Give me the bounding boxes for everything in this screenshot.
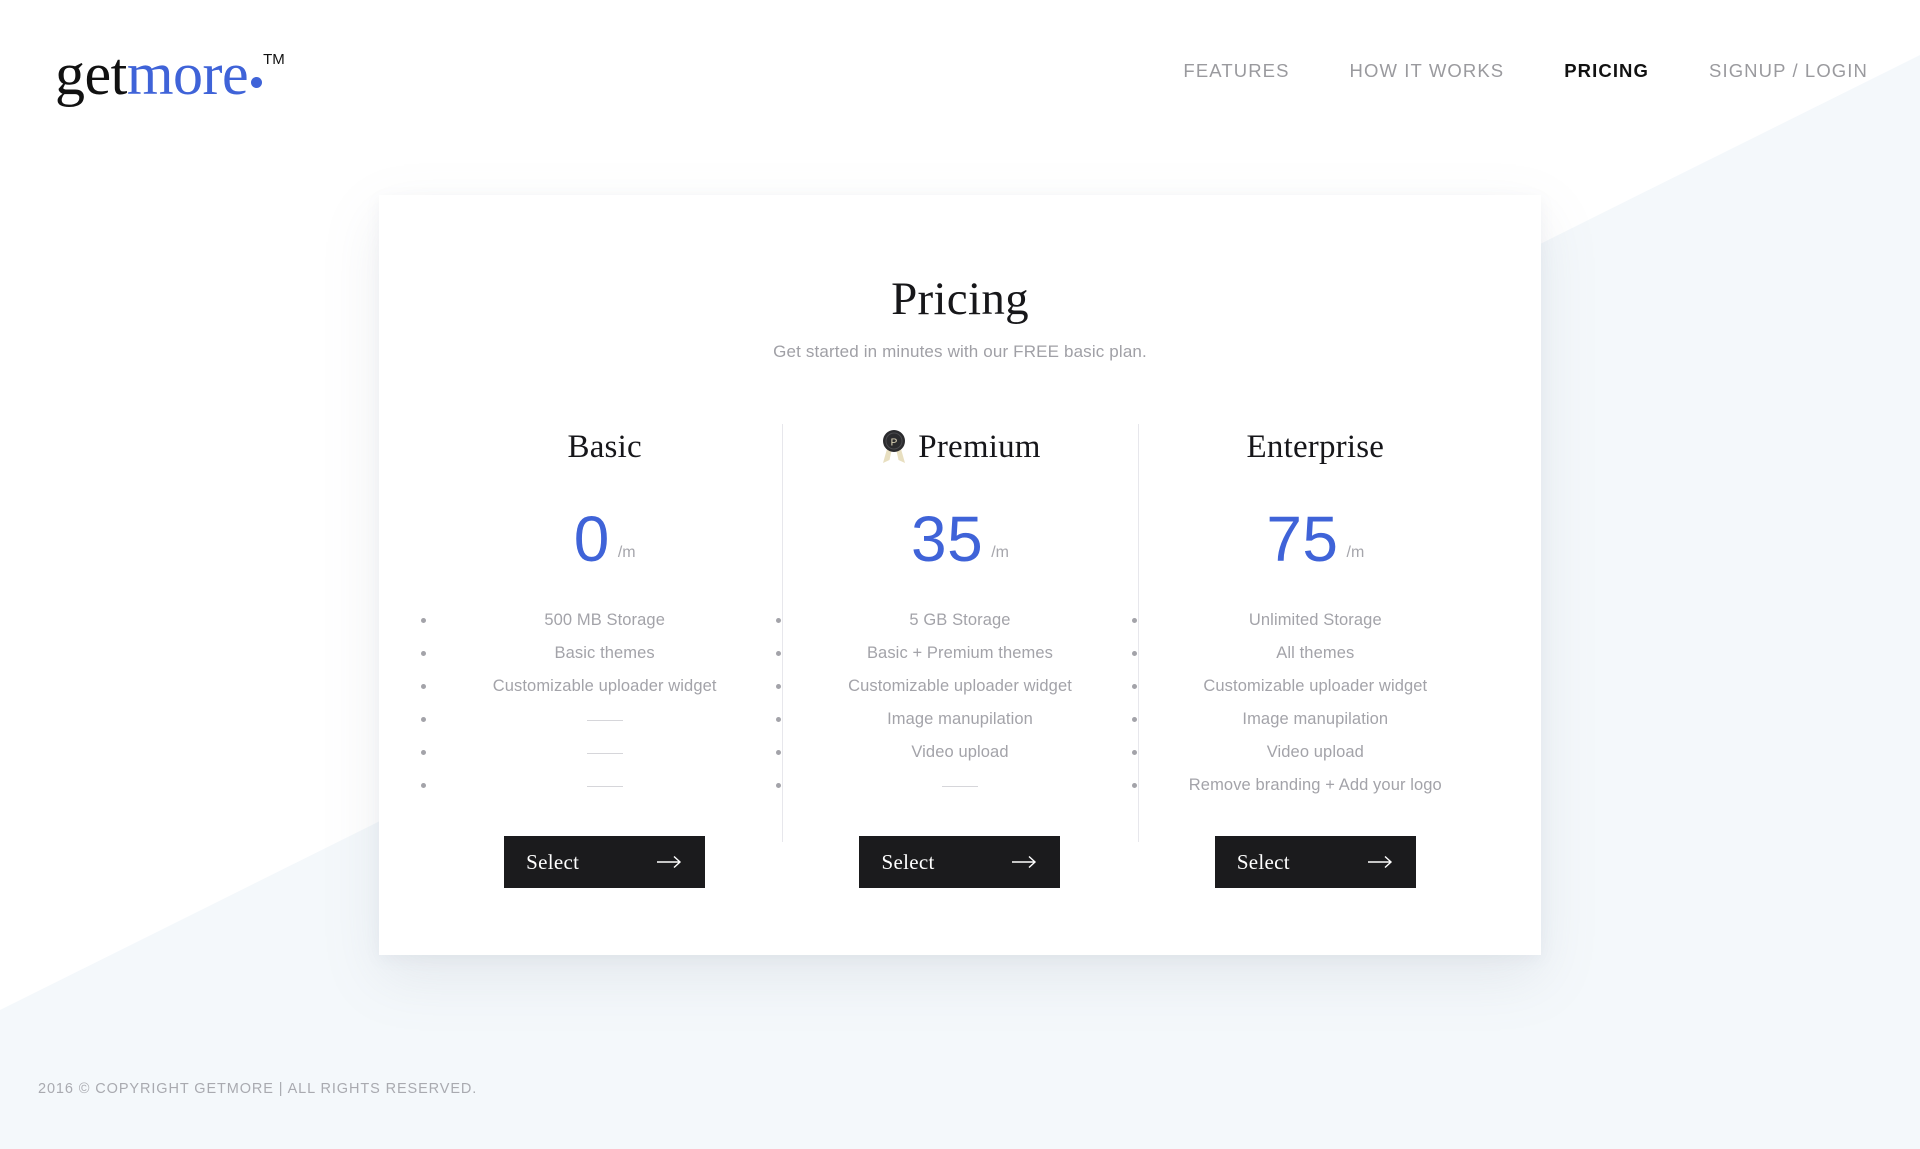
feature-placeholder bbox=[437, 703, 772, 736]
feature-item: Remove branding + Add your logo bbox=[1148, 769, 1483, 802]
page-title: Pricing bbox=[891, 273, 1029, 325]
plan-price-row: 0 /m bbox=[437, 492, 772, 576]
plan-cta-wrap: Select bbox=[792, 836, 1127, 888]
site-header: getmore TM FEATURES HOW IT WORKS PRICING … bbox=[0, 0, 1920, 140]
site-footer: 2016 © COPYRIGHT GETMORE | ALL RIGHTS RE… bbox=[0, 1029, 1920, 1149]
plan-name: Enterprise bbox=[1246, 428, 1385, 465]
plan-name: Basic bbox=[567, 428, 642, 465]
plan-price-row: 75 /m bbox=[1148, 492, 1483, 576]
select-button-label: Select bbox=[526, 849, 580, 874]
pricing-card: Pricing Get started in minutes with our … bbox=[379, 195, 1541, 955]
plan-name-row: Basic bbox=[437, 424, 772, 470]
feature-item: Unlimited Storage bbox=[1148, 604, 1483, 637]
premium-badge-icon: P bbox=[883, 430, 906, 463]
feature-item: Basic themes bbox=[437, 637, 772, 670]
select-plan-button-enterprise[interactable]: Select bbox=[1214, 836, 1416, 888]
page-subtitle: Get started in minutes with our FREE bas… bbox=[773, 342, 1147, 361]
plan-cta-wrap: Select bbox=[437, 836, 772, 888]
plan-price: 75 bbox=[1266, 503, 1339, 576]
feature-item: Customizable uploader widget bbox=[1148, 670, 1483, 703]
nav-item-pricing[interactable]: PRICING bbox=[1564, 60, 1649, 82]
feature-item: 5 GB Storage bbox=[792, 604, 1127, 637]
plan-basic: Basic 0 /m 500 MB Storage Basic themes C… bbox=[427, 424, 782, 888]
svg-text:P: P bbox=[891, 438, 898, 449]
feature-placeholder bbox=[792, 769, 1127, 802]
footer-copyright: 2016 © COPYRIGHT GETMORE | ALL RIGHTS RE… bbox=[38, 1081, 478, 1097]
feature-item: Customizable uploader widget bbox=[792, 670, 1127, 703]
feature-item: Image manupilation bbox=[1148, 703, 1483, 736]
feature-item: 500 MB Storage bbox=[437, 604, 772, 637]
feature-item: Customizable uploader widget bbox=[437, 670, 772, 703]
plan-premium: P Premium 35 /m 5 GB Storage Basic + Pre… bbox=[782, 424, 1137, 888]
plan-cta-wrap: Select bbox=[1148, 836, 1483, 888]
nav-item-signup-login[interactable]: SIGNUP / LOGIN bbox=[1709, 60, 1868, 82]
plan-name-row: P Premium bbox=[792, 424, 1127, 470]
plan-enterprise: Enterprise 75 /m Unlimited Storage All t… bbox=[1137, 424, 1493, 888]
feature-item: All themes bbox=[1148, 637, 1483, 670]
plan-price-row: 35 /m bbox=[792, 492, 1127, 576]
dot-icon bbox=[251, 77, 263, 88]
plan-price-period: /m bbox=[991, 544, 1009, 561]
feature-placeholder bbox=[437, 769, 772, 802]
plan-features: 500 MB Storage Basic themes Customizable… bbox=[437, 604, 772, 802]
plan-price-period: /m bbox=[1346, 544, 1365, 561]
select-plan-button-basic[interactable]: Select bbox=[504, 836, 706, 888]
feature-item: Basic + Premium themes bbox=[792, 637, 1127, 670]
pricing-header: Pricing Get started in minutes with our … bbox=[379, 195, 1541, 362]
feature-item: Video upload bbox=[1148, 736, 1483, 769]
arrow-right-icon bbox=[1367, 855, 1392, 869]
plan-features: 5 GB Storage Basic + Premium themes Cust… bbox=[792, 604, 1127, 802]
select-button-label: Select bbox=[1236, 849, 1290, 874]
plan-price-period: /m bbox=[617, 544, 636, 561]
trademark-symbol: TM bbox=[263, 51, 285, 68]
plan-list: Basic 0 /m 500 MB Storage Basic themes C… bbox=[379, 424, 1541, 888]
plan-name: Premium bbox=[918, 428, 1041, 465]
plan-price: 0 bbox=[573, 503, 610, 576]
arrow-right-icon bbox=[1012, 855, 1037, 869]
logo-text-get: get bbox=[55, 41, 127, 107]
nav-item-features[interactable]: FEATURES bbox=[1183, 60, 1289, 82]
primary-navigation: FEATURES HOW IT WORKS PRICING SIGNUP / L… bbox=[1183, 60, 1868, 82]
feature-item: Image manupilation bbox=[792, 703, 1127, 736]
plan-name-row: Enterprise bbox=[1148, 424, 1483, 470]
plan-features: Unlimited Storage All themes Customizabl… bbox=[1148, 604, 1483, 802]
feature-item: Video upload bbox=[792, 736, 1127, 769]
plan-price: 35 bbox=[911, 503, 984, 576]
nav-item-how-it-works[interactable]: HOW IT WORKS bbox=[1350, 60, 1505, 82]
feature-placeholder bbox=[437, 736, 772, 769]
arrow-right-icon bbox=[657, 855, 682, 869]
select-button-label: Select bbox=[881, 849, 935, 874]
select-plan-button-premium[interactable]: Select bbox=[859, 836, 1061, 888]
brand-logo[interactable]: getmore TM bbox=[55, 44, 285, 104]
logo-text-more: more bbox=[126, 41, 249, 107]
